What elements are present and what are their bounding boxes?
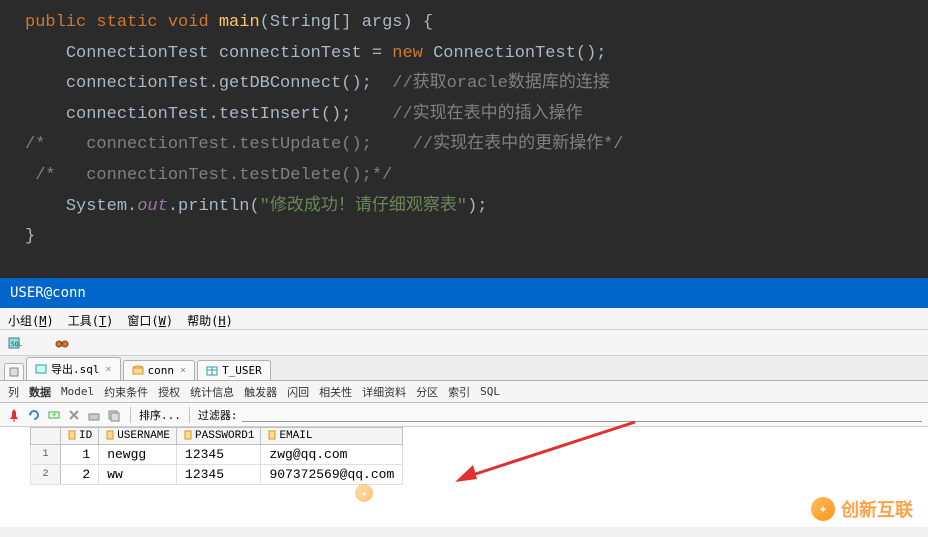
subtab-相关性[interactable]: 相关性 (319, 384, 352, 400)
binoculars-icon[interactable] (54, 335, 70, 351)
row-header-blank (31, 428, 61, 445)
watermark-small: ✦ (355, 484, 373, 502)
data-table[interactable]: IDUSERNAMEPASSWORD1EMAIL11newgg12345zwg@… (30, 427, 403, 485)
row-number: 2 (31, 465, 61, 485)
annotation-arrow (445, 417, 645, 497)
svg-text:+: + (52, 411, 56, 419)
tab-indicator[interactable] (4, 363, 24, 380)
add-row-icon[interactable]: + (47, 408, 61, 422)
code-line[interactable]: connectionTest.testInsert(); //实现在表中的插入操… (25, 100, 918, 131)
subtab-列[interactable]: 列 (8, 384, 19, 400)
subtab-详细资料[interactable]: 详细资料 (362, 384, 406, 400)
db-icon (132, 365, 144, 377)
close-icon[interactable]: × (180, 365, 186, 376)
column-header-username[interactable]: USERNAME (99, 428, 177, 445)
cell[interactable]: ww (99, 465, 177, 485)
filter-input[interactable] (242, 407, 923, 422)
table-row[interactable]: 22ww12345907372569@qq.com (31, 465, 403, 485)
code-line[interactable]: /* connectionTest.testDelete();*/ (25, 161, 918, 192)
menu-bar: 小组(M) 工具(T) 窗口(W) 帮助(H) (0, 308, 928, 330)
subtab-闪回[interactable]: 闪回 (287, 384, 309, 400)
menu-item-h[interactable]: 帮助(H) (187, 312, 233, 325)
watermark: ✦ 创新互联 (811, 496, 913, 522)
row-number: 1 (31, 445, 61, 465)
code-line[interactable]: System.out.println("修改成功！请仔细观察表"); (25, 192, 918, 223)
subtab-索引[interactable]: 索引 (448, 384, 470, 400)
main-toolbar: SQL (0, 330, 928, 356)
delete-row-icon[interactable] (67, 408, 81, 422)
code-line[interactable]: connectionTest.getDBConnect(); //获取oracl… (25, 69, 918, 100)
tab-label: conn (148, 364, 175, 377)
tab-conn[interactable]: conn × (123, 360, 196, 380)
cell[interactable]: 12345 (177, 445, 261, 465)
svg-text:SQL: SQL (11, 341, 22, 348)
code-line[interactable]: ConnectionTest connectionTest = new Conn… (25, 39, 918, 70)
tab-label: 导出.sql (51, 361, 100, 377)
menu-item-t[interactable]: 工具(T) (68, 312, 114, 325)
commit-icon[interactable] (87, 408, 101, 422)
tab-bar: 导出.sql × conn × T_USER (0, 356, 928, 381)
tab-label: T_USER (222, 364, 262, 377)
connection-title: USER@conn (0, 278, 928, 308)
code-editor[interactable]: public static void main(String[] args) {… (0, 0, 928, 278)
filter-label: 过滤器: (198, 407, 238, 423)
subtab-数据[interactable]: 数据 (29, 384, 51, 400)
menu-item-w[interactable]: 窗口(W) (127, 312, 173, 325)
sql-worksheet-icon[interactable]: SQL (8, 335, 24, 351)
cell[interactable]: 907372569@qq.com (261, 465, 403, 485)
code-line[interactable]: /* connectionTest.testUpdate(); //实现在表中的… (25, 130, 918, 161)
sort-button[interactable]: 排序... (139, 407, 181, 423)
subtab-约束条件[interactable]: 约束条件 (104, 384, 148, 400)
tab----sql[interactable]: 导出.sql × (26, 357, 121, 380)
table-row[interactable]: 11newgg12345zwg@qq.com (31, 445, 403, 465)
pin-icon[interactable] (7, 408, 21, 422)
subtab-bar: 列数据 Model 约束条件授权统计信息触发器闪回相关性详细资料分区索引 SQL (0, 381, 928, 403)
code-line[interactable]: } (25, 222, 918, 253)
cell[interactable]: zwg@qq.com (261, 445, 403, 465)
cell[interactable]: newgg (99, 445, 177, 465)
subtab-统计信息[interactable]: 统计信息 (190, 384, 234, 400)
subtab-触发器[interactable]: 触发器 (244, 384, 277, 400)
tab-t-user[interactable]: T_USER (197, 360, 271, 380)
column-header-password1[interactable]: PASSWORD1 (177, 428, 261, 445)
sql-icon (35, 363, 47, 375)
cell[interactable]: 12345 (177, 465, 261, 485)
rollback-icon[interactable] (107, 408, 121, 422)
column-header-email[interactable]: EMAIL (261, 428, 403, 445)
subtab-SQL[interactable]: SQL (480, 385, 500, 398)
subtab-授权[interactable]: 授权 (158, 384, 180, 400)
code-line[interactable]: public static void main(String[] args) { (25, 8, 918, 39)
column-header-id[interactable]: ID (61, 428, 99, 445)
data-toolbar: + 排序... 过滤器: (0, 403, 928, 427)
close-icon[interactable]: × (106, 364, 112, 375)
menu-item-m[interactable]: 小组(M) (8, 312, 54, 325)
cell[interactable]: 2 (61, 465, 99, 485)
subtab-分区[interactable]: 分区 (416, 384, 438, 400)
table-icon (206, 365, 218, 377)
subtab-Model[interactable]: Model (61, 385, 94, 398)
cell[interactable]: 1 (61, 445, 99, 465)
refresh-icon[interactable] (27, 408, 41, 422)
